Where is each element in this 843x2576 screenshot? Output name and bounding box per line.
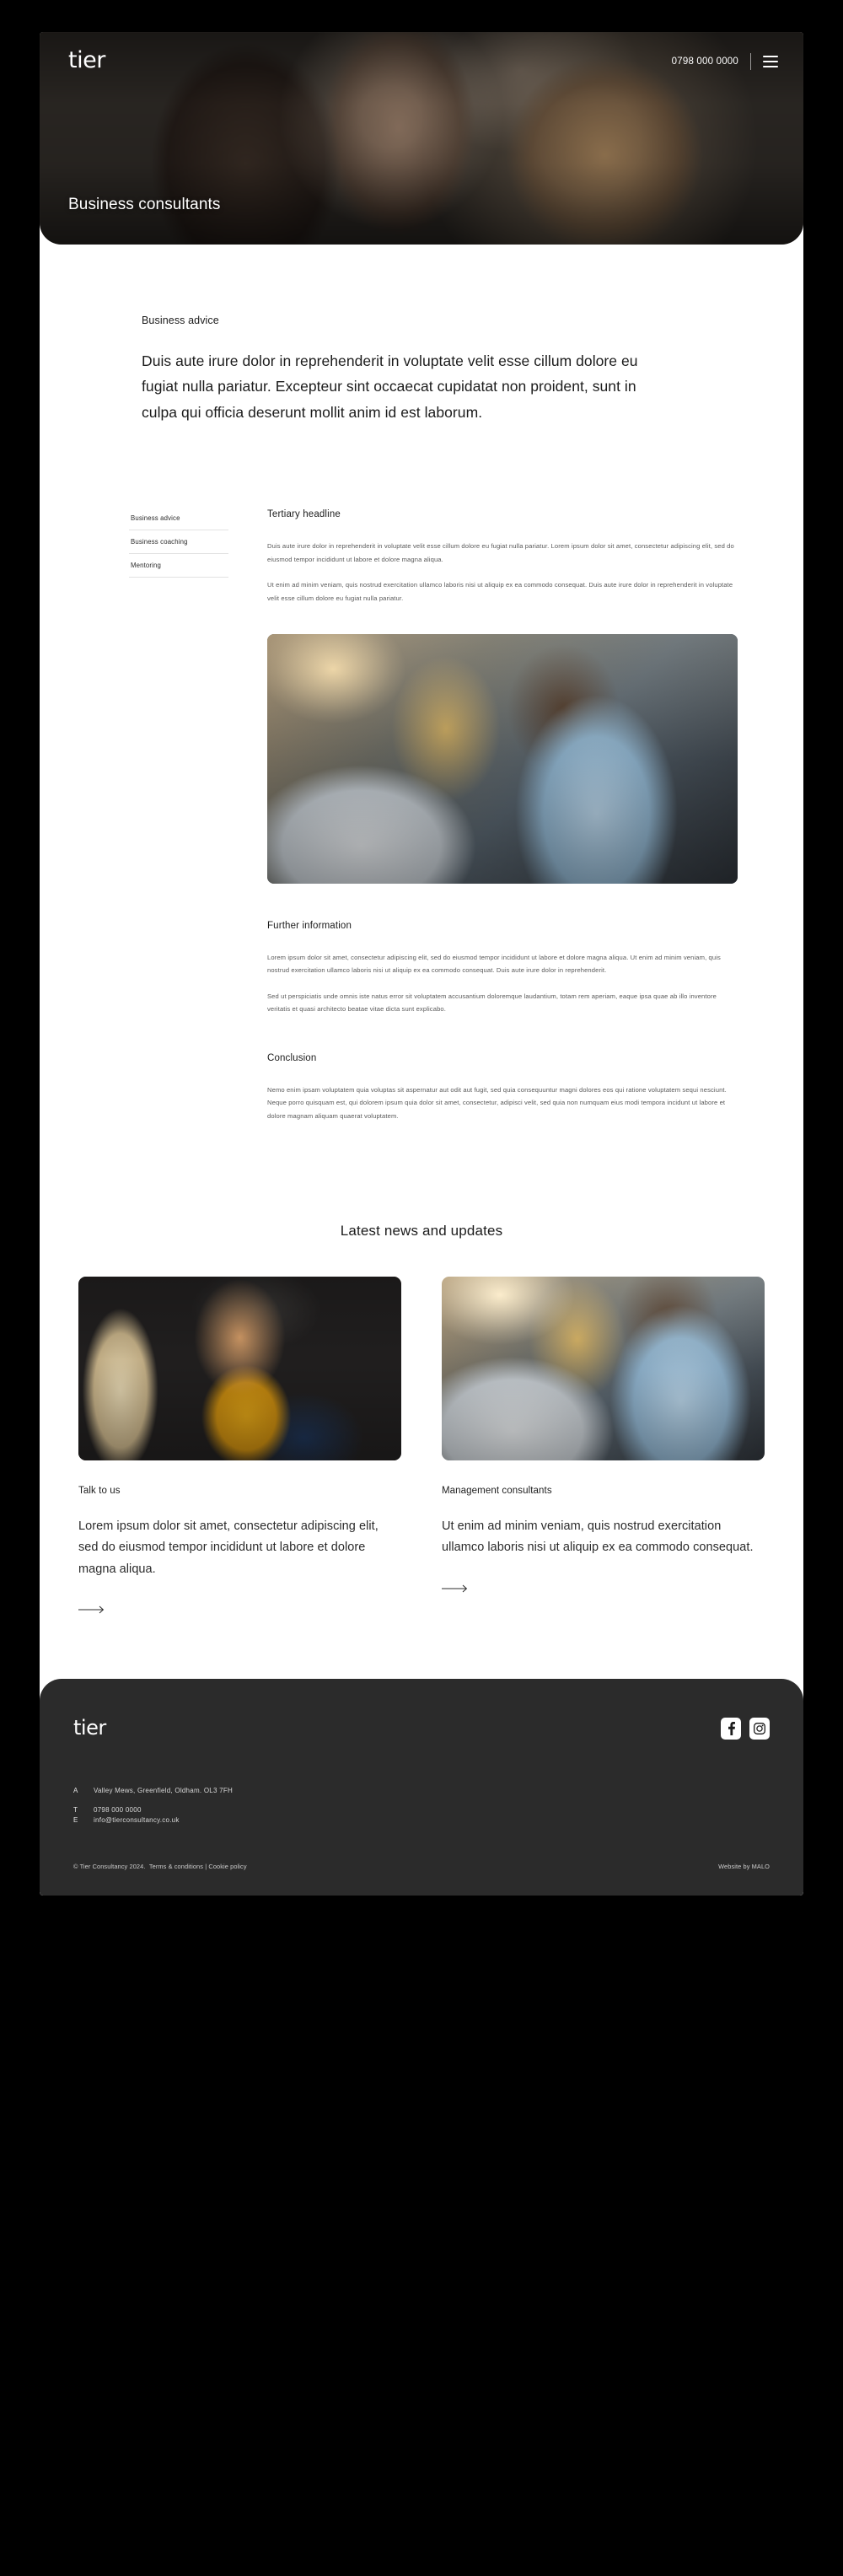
conclusion-headline: Conclusion (267, 1052, 317, 1063)
cookie-policy-link[interactable]: Cookie policy (208, 1863, 246, 1870)
header-divider (750, 53, 751, 70)
news-section-title: Latest news and updates (340, 1222, 503, 1239)
sidebar-item-mentoring[interactable]: Mentoring (129, 554, 228, 578)
footer-logo[interactable]: tier (73, 1718, 106, 1738)
news-card-text: Ut enim ad minim veniam, quis nostrud ex… (442, 1519, 754, 1555)
hamburger-menu-icon[interactable] (763, 56, 778, 67)
article-paragraph: Duis aute irure dolor in reprehenderit i… (267, 542, 734, 563)
website-credit[interactable]: Website by MALO (718, 1863, 770, 1870)
conclusion-block: Conclusion Nemo enim ipsam voluptatem qu… (267, 1053, 738, 1123)
intro-eyebrow: Business advice (142, 315, 219, 326)
news-card-image (442, 1276, 765, 1460)
further-information-headline: Further information (267, 920, 352, 931)
footer-top-row: tier (73, 1718, 770, 1740)
news-card[interactable]: Management consultants Ut enim ad minim … (442, 1276, 765, 1619)
instagram-icon[interactable] (749, 1718, 770, 1740)
footer-legal: © Tier Consultancy 2024. Terms & conditi… (73, 1863, 247, 1870)
latest-news-section: Latest news and updates Talk to us Lorem… (40, 1223, 803, 1619)
main-content: Business advice Duis aute irure dolor in… (40, 245, 803, 1680)
news-card[interactable]: Talk to us Lorem ipsum dolor sit amet, c… (78, 1276, 401, 1619)
article-side-nav: Business advice Business coaching Mentor… (129, 509, 228, 578)
footer-address-row: A Valley Mews, Greenfield, Oldham. OL3 7… (73, 1787, 770, 1794)
footer-phone-value[interactable]: 0798 000 0000 (94, 1806, 142, 1814)
header-right-group: 0798 000 0000 (672, 53, 778, 70)
conclusion-paragraph: Nemo enim ipsam voluptatem quia voluptas… (267, 1085, 727, 1120)
footer-phone-key: T (73, 1806, 78, 1815)
intro-lede: Duis aute irure dolor in reprehenderit i… (142, 352, 638, 421)
site-header: tier 0798 000 0000 (40, 32, 803, 91)
copyright-text: © Tier Consultancy 2024. (73, 1863, 146, 1871)
sidebar-item-business-coaching[interactable]: Business coaching (129, 530, 228, 555)
man-writing-at-desk-photo (442, 1276, 765, 1460)
intro-section: Business advice Duis aute irure dolor in… (40, 245, 803, 425)
header-phone-number[interactable]: 0798 000 0000 (672, 56, 738, 67)
site-footer: tier A Valley Mews, Greenfield, Oldham. … (40, 1679, 803, 1896)
website-mockup: tier 0798 000 0000 Business consultants … (40, 32, 803, 1896)
news-card-eyebrow: Talk to us (78, 1485, 121, 1496)
article-headline: Tertiary headline (267, 509, 341, 520)
further-information-paragraph: Lorem ipsum dolor sit amet, consectetur … (267, 953, 721, 975)
hero-section: tier 0798 000 0000 Business consultants (40, 32, 803, 245)
social-links (721, 1718, 770, 1740)
news-card-list: Talk to us Lorem ipsum dolor sit amet, c… (78, 1276, 765, 1619)
page-title: Business consultants (68, 196, 221, 213)
footer-bottom-bar: © Tier Consultancy 2024. Terms & conditi… (73, 1863, 770, 1896)
footer-email-row: E info@tierconsultancy.co.uk (73, 1816, 770, 1824)
page-root: tier 0798 000 0000 Business consultants … (0, 0, 843, 2576)
article-body: Tertiary headline Duis aute irure dolor … (267, 509, 738, 1122)
footer-contact-block: A Valley Mews, Greenfield, Oldham. OL3 7… (73, 1787, 770, 1824)
terms-link[interactable]: Terms & conditions (149, 1863, 203, 1870)
news-card-image (78, 1276, 401, 1460)
news-card-eyebrow: Management consultants (442, 1485, 552, 1496)
footer-email-value[interactable]: info@tierconsultancy.co.uk (94, 1816, 180, 1824)
sidebar-item-business-advice[interactable]: Business advice (129, 513, 228, 531)
man-writing-at-desk-photo (267, 633, 738, 884)
facebook-icon[interactable] (721, 1718, 741, 1740)
two-people-in-conversation-photo (78, 1276, 401, 1460)
site-logo[interactable]: tier (68, 49, 105, 75)
article-section: Business advice Business coaching Mentor… (40, 509, 803, 1122)
article-paragraph: Ut enim ad minim veniam, quis nostrud ex… (267, 581, 733, 602)
footer-email-key: E (73, 1816, 78, 1825)
news-card-text: Lorem ipsum dolor sit amet, consectetur … (78, 1519, 379, 1576)
footer-phone-row: T 0798 000 0000 (73, 1806, 770, 1814)
further-information-block: Further information Lorem ipsum dolor si… (267, 921, 738, 1016)
footer-address-key: A (73, 1787, 78, 1795)
further-information-paragraph: Sed ut perspiciatis unde omnis iste natu… (267, 992, 717, 1014)
arrow-right-icon[interactable] (442, 1584, 469, 1593)
footer-address-value: Valley Mews, Greenfield, Oldham. OL3 7FH (94, 1787, 234, 1795)
article-image (267, 633, 738, 884)
legal-separator: | (205, 1863, 207, 1871)
arrow-right-icon[interactable] (78, 1605, 105, 1614)
